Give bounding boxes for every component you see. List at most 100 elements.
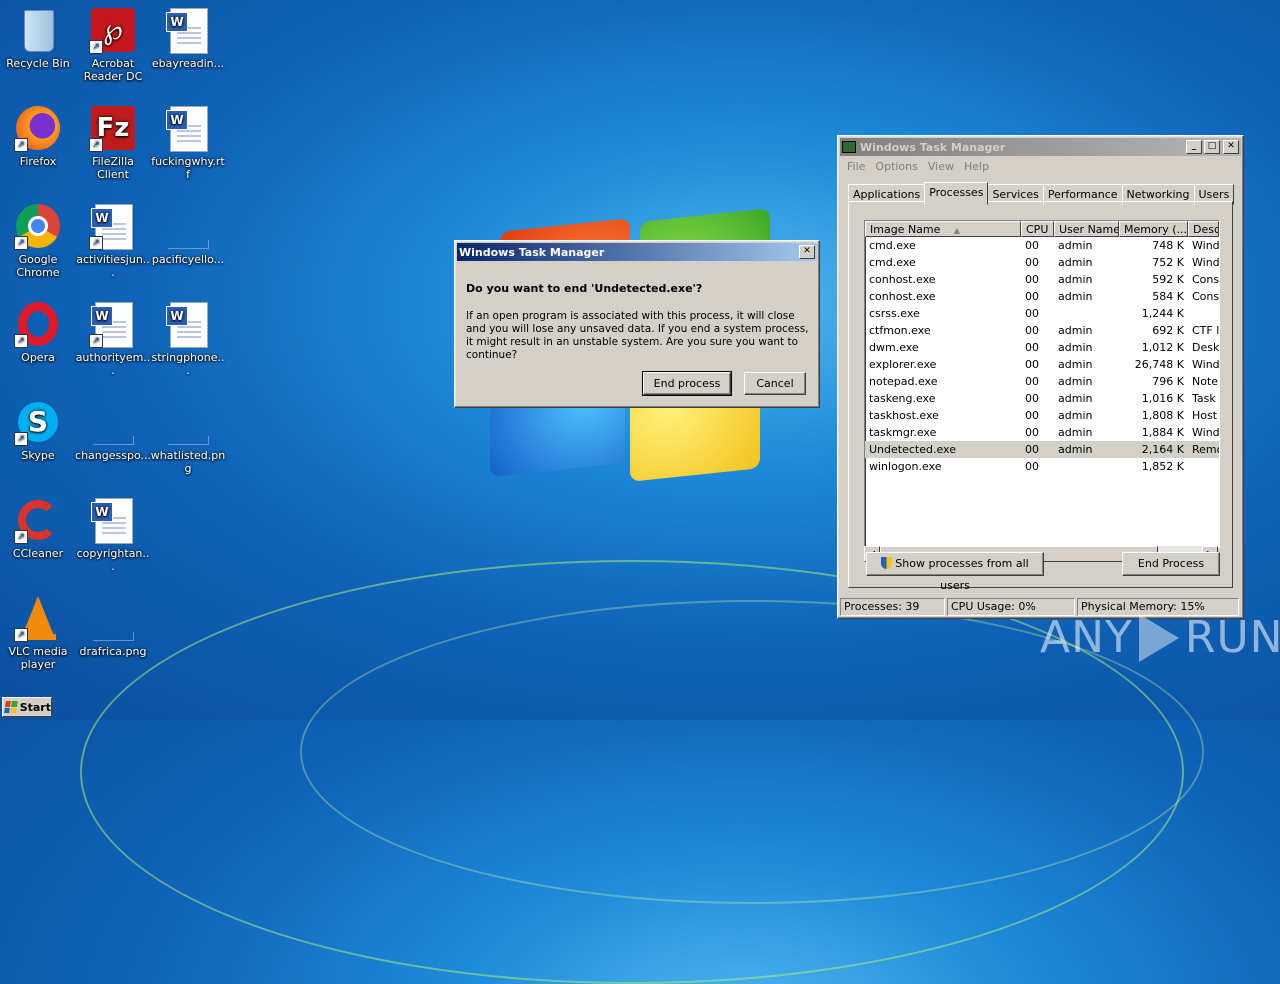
desktop-icon-changesspo[interactable]: changesspo... xyxy=(75,398,151,462)
status-processes: Processes: 39 xyxy=(840,598,945,616)
column-cpu[interactable]: CPU xyxy=(1021,221,1054,237)
process-cell-cpu: 00 xyxy=(1025,358,1039,371)
process-cell-name: conhost.exe xyxy=(869,290,936,303)
desktop-icon-copyrightan[interactable]: Wcopyrightan... xyxy=(75,496,151,573)
dialog-close-button[interactable]: ✕ xyxy=(799,245,815,259)
process-cell-name: ctfmon.exe xyxy=(869,324,931,337)
desktop-icon-skype[interactable]: S ↗ Skype xyxy=(0,398,76,462)
close-button[interactable]: ✕ xyxy=(1223,140,1239,154)
process-cell-name: cmd.exe xyxy=(869,239,916,252)
blank-file-icon xyxy=(164,202,212,250)
process-cell-desc: Task xyxy=(1192,392,1216,405)
process-cell-user: admin xyxy=(1058,375,1093,388)
shortcut-arrow-icon: ↗ xyxy=(89,334,103,348)
process-row[interactable]: cmd.exe 00 admin 748 K Wind xyxy=(865,237,1219,254)
process-cell-user: admin xyxy=(1058,358,1093,371)
desktop-icon-recycle-bin[interactable]: Recycle Bin xyxy=(0,6,76,70)
process-cell-user: admin xyxy=(1058,256,1093,269)
process-cell-cpu: 00 xyxy=(1025,239,1039,252)
process-row[interactable]: explorer.exe 00 admin 26,748 K Wind xyxy=(865,356,1219,373)
process-row[interactable]: ctfmon.exe 00 admin 692 K CTF l xyxy=(865,322,1219,339)
menu-view[interactable]: View xyxy=(923,158,959,175)
desktop-icon-filezilla-client[interactable]: Fz ↗ FileZilla Client xyxy=(75,104,151,181)
end-process-dialog[interactable]: Windows Task Manager ✕ Do you want to en… xyxy=(454,240,820,408)
process-row[interactable]: Undetected.exe 00 admin 2,164 K Remo xyxy=(865,441,1219,458)
desktop-icon-authorityem[interactable]: W ↗ authorityem... xyxy=(75,300,151,377)
process-row[interactable]: cmd.exe 00 admin 752 K Wind xyxy=(865,254,1219,271)
dialog-titlebar[interactable]: Windows Task Manager ✕ xyxy=(457,243,817,261)
process-cell-desc: Wind xyxy=(1192,256,1219,269)
shortcut-arrow-icon: ↗ xyxy=(89,138,103,152)
desktop-icon-vlc-media-player[interactable]: ↗ VLC media player xyxy=(0,594,76,671)
desktop-icon-acrobat-reader-dc[interactable]: ℘ ↗ Acrobat Reader DC xyxy=(75,6,151,83)
desktop-icon-label: Recycle Bin xyxy=(6,57,70,70)
process-cell-memory: 26,748 K xyxy=(1134,358,1184,371)
process-row[interactable]: csrss.exe 00 1,244 K xyxy=(865,305,1219,322)
desktop-icon-ebayreadin[interactable]: Webayreadin... xyxy=(150,6,226,70)
process-cell-cpu: 00 xyxy=(1025,375,1039,388)
desktop-icon-pacificyello[interactable]: pacificyello... xyxy=(150,202,226,266)
process-row[interactable]: dwm.exe 00 admin 1,012 K Desk xyxy=(865,339,1219,356)
column-user-name[interactable]: User Name xyxy=(1054,221,1119,237)
blank-file-icon xyxy=(89,594,137,642)
desktop-icon-firefox[interactable]: ↗ Firefox xyxy=(0,104,76,168)
process-cell-name: dwm.exe xyxy=(869,341,919,354)
shortcut-arrow-icon: ↗ xyxy=(89,40,103,54)
confirm-end-process-button[interactable]: End process xyxy=(642,371,732,396)
windows-flag-icon xyxy=(4,701,18,713)
process-cell-memory: 1,852 K xyxy=(1141,460,1184,473)
column-memory[interactable]: Memory (... xyxy=(1119,221,1188,237)
end-process-button[interactable]: End Process xyxy=(1122,552,1220,576)
process-row[interactable]: notepad.exe 00 admin 796 K Note xyxy=(865,373,1219,390)
process-cell-cpu: 00 xyxy=(1025,443,1039,456)
process-cell-memory: 748 K xyxy=(1152,239,1184,252)
process-cell-user xyxy=(1054,305,1119,322)
process-row[interactable]: winlogon.exe 00 1,852 K xyxy=(865,458,1219,475)
process-cell-cpu: 00 xyxy=(1025,324,1039,337)
menu-file[interactable]: File xyxy=(842,158,870,175)
desktop-icon-label: Skype xyxy=(21,449,55,462)
shortcut-arrow-icon: ↗ xyxy=(14,432,28,446)
column-description[interactable]: Desc xyxy=(1188,221,1219,237)
process-row[interactable]: conhost.exe 00 admin 592 K Cons xyxy=(865,271,1219,288)
tab-processes[interactable]: Processes xyxy=(924,182,989,205)
process-cell-memory: 1,016 K xyxy=(1141,392,1184,405)
task-manager-app-icon xyxy=(842,141,856,153)
cancel-button[interactable]: Cancel xyxy=(744,372,806,395)
process-list[interactable]: Image Name ▲ CPU User Name Memory (... D… xyxy=(864,220,1220,548)
process-row[interactable]: conhost.exe 00 admin 584 K Cons xyxy=(865,288,1219,305)
minimize-button[interactable]: _ xyxy=(1186,140,1202,154)
process-cell-user: admin xyxy=(1058,341,1093,354)
process-cell-memory: 1,244 K xyxy=(1141,307,1184,320)
process-cell-desc xyxy=(1188,305,1219,322)
show-all-users-button[interactable]: Show processes from all users xyxy=(866,552,1044,592)
desktop-icon-activitiesjun[interactable]: W ↗ activitiesjun... xyxy=(75,202,151,279)
column-image-name[interactable]: Image Name ▲ xyxy=(865,221,1021,237)
desktop-icon-whatlisted-png[interactable]: whatlisted.png xyxy=(150,398,226,475)
desktop-icon-drafrica-png[interactable]: drafrica.png xyxy=(75,594,151,658)
opera-icon: ↗ xyxy=(14,300,62,348)
desktop-icon-ccleaner[interactable]: ↗ CCleaner xyxy=(0,496,76,560)
desktop-icon-label: fuckingwhy.rtf xyxy=(151,155,225,181)
desktop-icon-label: CCleaner xyxy=(12,547,64,560)
menu-help[interactable]: Help xyxy=(959,158,994,175)
process-cell-memory: 1,012 K xyxy=(1141,341,1184,354)
process-cell-memory: 2,164 K xyxy=(1141,443,1184,456)
shortcut-arrow-icon: ↗ xyxy=(14,628,28,642)
desktop-icon-opera[interactable]: ↗ Opera xyxy=(0,300,76,364)
maximize-button[interactable]: □ xyxy=(1204,140,1220,154)
desktop-icon-google-chrome[interactable]: ↗ Google Chrome xyxy=(0,202,76,279)
task-manager-titlebar[interactable]: Windows Task Manager _ □ ✕ xyxy=(840,138,1241,156)
process-cell-desc xyxy=(1188,458,1219,475)
process-row[interactable]: taskmgr.exe 00 admin 1,884 K Wind xyxy=(865,424,1219,441)
task-manager-window[interactable]: Windows Task Manager _ □ ✕ File Options … xyxy=(837,135,1244,619)
start-button[interactable]: Start xyxy=(2,697,52,717)
anyrun-watermark: ANY RUN xyxy=(1040,612,1280,663)
menu-options[interactable]: Options xyxy=(870,158,922,175)
process-row[interactable]: taskeng.exe 00 admin 1,016 K Task xyxy=(865,390,1219,407)
desktop-icon-stringphone[interactable]: Wstringphone... xyxy=(150,300,226,377)
process-row[interactable]: taskhost.exe 00 admin 1,808 K Host xyxy=(865,407,1219,424)
desktop-icon-fuckingwhy-rtf[interactable]: Wfuckingwhy.rtf xyxy=(150,104,226,181)
process-cell-desc: Cons xyxy=(1192,290,1219,303)
filezilla-icon: Fz ↗ xyxy=(89,104,137,152)
